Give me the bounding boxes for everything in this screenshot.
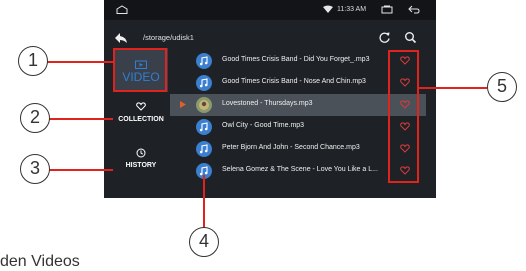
- status-bar: 11:33 AM: [104, 0, 436, 20]
- sidebar-item-collection[interactable]: COLLECTION: [114, 96, 168, 134]
- highlight-favorites-box: [388, 50, 419, 183]
- device-screen: 11:33 AM /storage/udisk1 VIDEO COLLECTIO…: [104, 0, 436, 198]
- file-title: Good Times Crisis Band - Did You Forget_…: [222, 56, 370, 63]
- callout-1-leader: [46, 61, 113, 63]
- callout-4: 4: [189, 227, 219, 257]
- file-title: Peter Bjorn And John - Second Chance.mp3: [222, 144, 360, 151]
- sidebar-item-label: HISTORY: [125, 162, 157, 169]
- wifi-icon: [323, 5, 333, 13]
- callout-5-leader: [419, 87, 487, 89]
- refresh-icon[interactable]: [378, 31, 391, 44]
- music-note-icon: [196, 75, 212, 91]
- callout-2-leader: [48, 118, 113, 120]
- caption-text: den Videos: [0, 253, 80, 270]
- sidebar-item-history[interactable]: HISTORY: [114, 142, 168, 180]
- music-note-icon: [196, 53, 212, 69]
- music-note-icon: [196, 119, 212, 135]
- clock-time: 11:33 AM: [337, 6, 367, 13]
- file-title: Selena Gomez & The Scene - Love You Like…: [222, 166, 378, 173]
- file-title: Good Times Crisis Band - Nose And Chin.m…: [222, 78, 366, 85]
- file-title: Lovestoned - Thursdays.mp3: [222, 100, 313, 107]
- sidebar-item-label: COLLECTION: [118, 116, 164, 123]
- callout-5: 5: [487, 72, 517, 102]
- home-icon[interactable]: [116, 5, 128, 14]
- heart-outline-icon: [136, 102, 146, 111]
- back-arrow-icon[interactable]: [114, 32, 128, 44]
- callout-4-leader: [203, 175, 205, 228]
- folder-path: /storage/udisk1: [143, 33, 194, 42]
- callout-3-leader: [48, 169, 113, 171]
- back-icon[interactable]: [408, 5, 420, 14]
- file-title: Owl City - Good Time.mp3: [222, 122, 305, 129]
- path-bar: /storage/udisk1: [104, 28, 436, 48]
- clock-icon: [136, 148, 146, 158]
- highlight-video-box: [113, 48, 167, 92]
- play-indicator-icon: [180, 101, 186, 108]
- music-note-icon: [196, 141, 212, 157]
- album-art-icon: [196, 97, 212, 113]
- callout-3: 3: [20, 154, 50, 184]
- search-icon[interactable]: [404, 31, 417, 44]
- callout-1: 1: [18, 46, 48, 76]
- window-icon[interactable]: [381, 5, 393, 14]
- callout-2: 2: [20, 103, 50, 133]
